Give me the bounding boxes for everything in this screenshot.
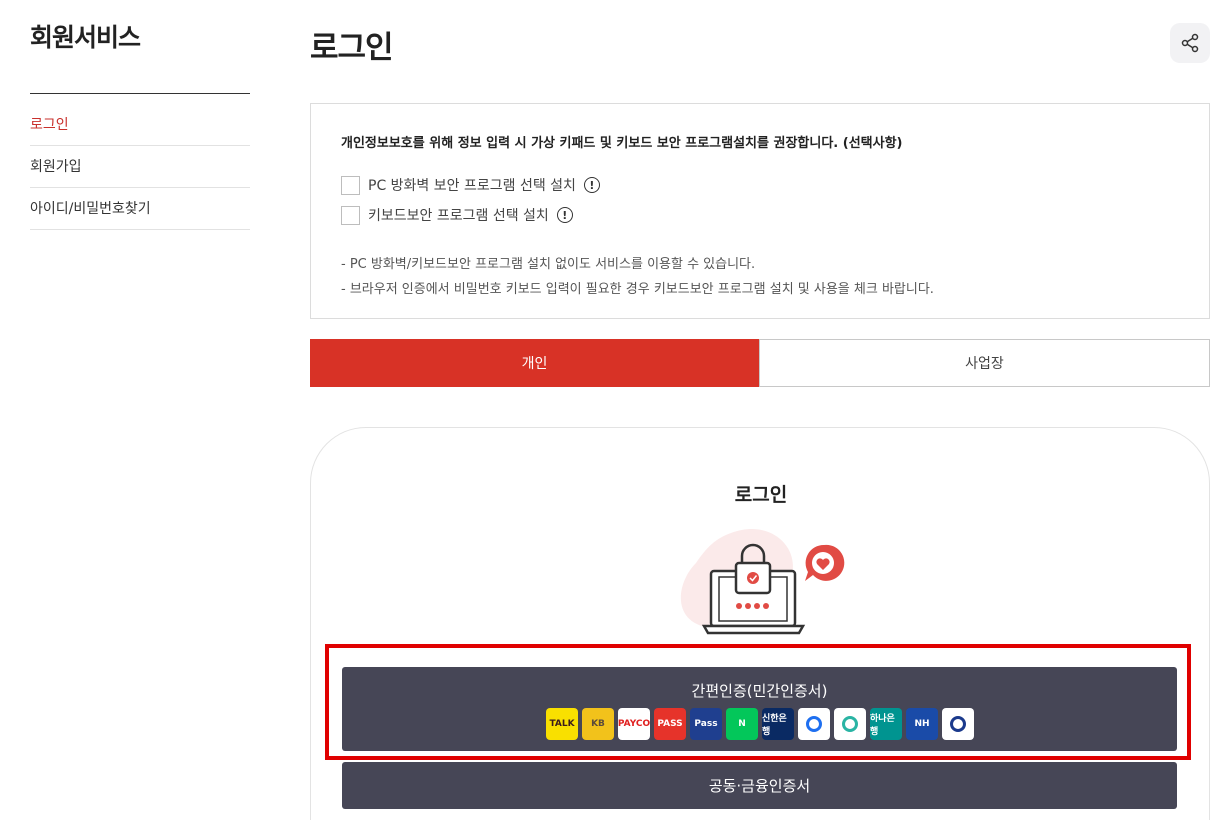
- tab-business[interactable]: 사업장: [759, 339, 1210, 387]
- security-note: - 브라우저 인증에서 비밀번호 키보드 입력이 필요한 경우 키보드보안 프로…: [341, 282, 934, 297]
- easy-auth-label: 간편인증(민간인증서): [691, 682, 828, 700]
- share-button[interactable]: [1170, 23, 1210, 63]
- keyboard-security-label: 키보드보안 프로그램 선택 설치: [368, 208, 549, 224]
- provider-icons: TALK KB PAYCO PASS Pass N 신한은행 하나은행 NH: [546, 708, 974, 740]
- keyboard-security-option: 키보드보안 프로그램 선택 설치 !: [341, 200, 1179, 230]
- kakao-icon[interactable]: TALK: [546, 708, 578, 740]
- payco-icon[interactable]: PAYCO: [618, 708, 650, 740]
- naver-icon[interactable]: N: [726, 708, 758, 740]
- sidebar-item-login[interactable]: 로그인: [30, 104, 250, 146]
- sidebar: 회원서비스 로그인 회원가입 아이디/비밀번호찾기: [30, 20, 250, 230]
- woori-icon-mark: [950, 716, 966, 732]
- kb-icon-text: KB: [591, 719, 605, 729]
- user-type-tabs: 개인 사업장: [310, 339, 1210, 387]
- info-icon[interactable]: !: [583, 177, 600, 193]
- banksalad-icon[interactable]: [834, 708, 866, 740]
- security-note: - PC 방화벽/키보드보안 프로그램 설치 없이도 서비스를 이용할 수 있습…: [341, 257, 756, 272]
- page-title: 로그인: [310, 30, 394, 66]
- samsung-pass-icon-text: Pass: [694, 719, 718, 729]
- security-notes: - PC 방화벽/키보드보안 프로그램 설치 없이도 서비스를 이용할 수 있습…: [341, 252, 1179, 302]
- nh-icon[interactable]: NH: [906, 708, 938, 740]
- security-heading: 개인정보보호를 위해 정보 입력 시 가상 키패드 및 키보드 보안 프로그램설…: [341, 136, 903, 151]
- hana-icon[interactable]: 하나은행: [870, 708, 902, 740]
- toss-icon[interactable]: [798, 708, 830, 740]
- easy-auth-button[interactable]: 간편인증(민간인증서) TALK KB PAYCO PASS Pass N 신한은행 하나은행…: [342, 667, 1177, 751]
- firewall-option: PC 방화벽 보안 프로그램 선택 설치 !: [341, 170, 1179, 200]
- keyboard-security-checkbox[interactable]: [341, 205, 360, 225]
- login-card-title: 로그인: [734, 484, 788, 506]
- banksalad-icon-mark: [842, 716, 858, 732]
- sidebar-title: 회원서비스: [30, 23, 141, 52]
- firewall-checkbox[interactable]: [341, 175, 360, 195]
- sidebar-menu: 로그인 회원가입 아이디/비밀번호찾기: [30, 104, 250, 230]
- security-notice: 개인정보보호를 위해 정보 입력 시 가상 키패드 및 키보드 보안 프로그램설…: [310, 103, 1210, 319]
- info-icon[interactable]: !: [556, 207, 573, 223]
- pass-icon-text: PASS: [657, 719, 683, 729]
- kb-icon[interactable]: KB: [582, 708, 614, 740]
- pass-icon[interactable]: PASS: [654, 708, 686, 740]
- firewall-label: PC 방화벽 보안 프로그램 선택 설치: [368, 178, 576, 194]
- shinhan-icon-text: 신한은행: [762, 714, 787, 737]
- naver-icon-text: N: [738, 719, 746, 729]
- sidebar-divider: [30, 93, 250, 94]
- sidebar-item-find-account[interactable]: 아이디/비밀번호찾기: [30, 188, 250, 230]
- toss-icon-mark: [806, 716, 822, 732]
- shinhan-icon[interactable]: 신한은행: [762, 708, 794, 740]
- share-icon: [1181, 33, 1199, 53]
- kakao-icon-text: TALK: [549, 719, 575, 729]
- tab-personal[interactable]: 개인: [310, 339, 759, 387]
- sidebar-item-signup[interactable]: 회원가입: [30, 146, 250, 188]
- samsung-pass-icon[interactable]: Pass: [690, 708, 722, 740]
- certificate-login-button[interactable]: 공동·금융인증서: [342, 762, 1177, 809]
- laptop-lock-illustration: [680, 529, 845, 635]
- nh-icon-text: NH: [914, 719, 930, 729]
- woori-icon[interactable]: [942, 708, 974, 740]
- hana-icon-text: 하나은행: [870, 714, 895, 737]
- payco-icon-text: PAYCO: [618, 719, 650, 729]
